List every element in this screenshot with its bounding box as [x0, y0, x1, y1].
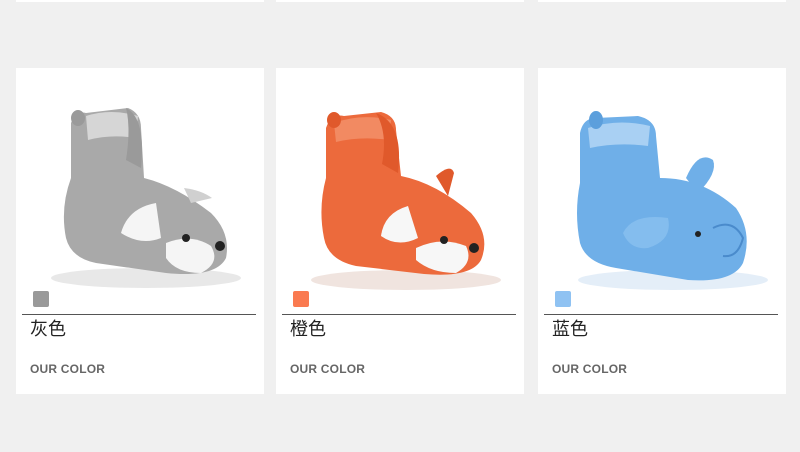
previous-row-card-edge [276, 0, 524, 2]
blue-elephant-bootie-icon [577, 111, 768, 290]
color-name-label: 灰色 [30, 319, 66, 340]
product-card-orange[interactable]: 橙色 OUR COLOR [276, 68, 524, 394]
our-color-caption: OUR COLOR [30, 362, 106, 376]
our-color-caption: OUR COLOR [552, 362, 628, 376]
product-card-gray[interactable]: 灰色 OUR COLOR [16, 68, 264, 394]
color-swatch [33, 291, 49, 307]
color-name-label: 蓝色 [552, 319, 588, 340]
our-color-caption: OUR COLOR [290, 362, 366, 376]
previous-row-card-edge [16, 0, 264, 2]
color-swatch [555, 291, 571, 307]
divider [22, 314, 256, 315]
divider [282, 314, 516, 315]
orange-fox-bootie-icon [311, 112, 501, 290]
gray-fox-bootie-icon [51, 108, 241, 288]
color-swatch [293, 291, 309, 307]
color-name-label: 橙色 [290, 319, 326, 340]
previous-row-card-edge [538, 0, 786, 2]
divider [544, 314, 778, 315]
product-card-blue[interactable]: 蓝色 OUR COLOR [538, 68, 786, 394]
